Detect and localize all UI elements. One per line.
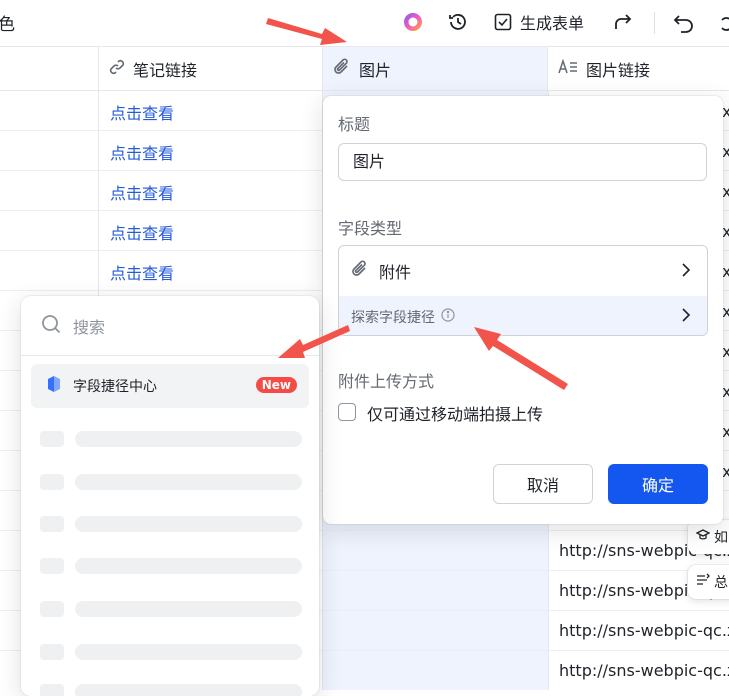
side-help-button[interactable]: 如 xyxy=(688,520,729,554)
image-link-cell[interactable]: http://sns-webpic-qc.x xyxy=(559,661,729,680)
generate-form-button[interactable]: 生成表单 xyxy=(494,8,584,36)
skeleton-item xyxy=(40,516,302,532)
field-shortcut-panel: 搜索 字段捷径中心 New xyxy=(21,296,319,696)
undo-button[interactable] xyxy=(673,8,695,36)
truncated-cell: x xyxy=(722,262,729,281)
field-type-select: 附件 探索字段捷径 xyxy=(338,245,708,336)
note-link-cell[interactable]: 点击查看 xyxy=(110,100,174,124)
share-icon xyxy=(613,12,633,32)
truncated-cell: x xyxy=(722,462,729,481)
truncated-cell: x xyxy=(722,102,729,121)
graduation-cap-icon xyxy=(695,528,711,546)
image-link-cell[interactable]: http://sns-webpic-qc.x xyxy=(559,621,729,640)
truncated-cell: x xyxy=(722,222,729,241)
skeleton-item xyxy=(40,474,302,490)
column-header-prev[interactable] xyxy=(0,47,99,91)
field-type-value: 附件 xyxy=(379,263,412,282)
side-help-label: 如 xyxy=(714,530,728,546)
list-lines-icon xyxy=(696,573,710,591)
column-header-image[interactable]: 图片 xyxy=(323,47,548,91)
text-field-icon xyxy=(558,58,578,79)
skeleton-item xyxy=(40,431,302,447)
chevron-right-icon xyxy=(681,307,691,326)
paperclip-icon xyxy=(351,260,369,282)
field-shortcut-center-item[interactable]: 字段捷径中心 New xyxy=(31,364,309,408)
upload-method-label: 附件上传方式 xyxy=(338,372,435,391)
paperclip-icon xyxy=(333,58,351,80)
toolbar: 色 生成表单 xyxy=(0,0,729,47)
mobile-only-label: 仅可通过移动端拍摄上传 xyxy=(367,405,544,424)
truncated-cell: x xyxy=(722,142,729,161)
field-type-label: 字段类型 xyxy=(338,219,403,238)
skeleton-item xyxy=(40,601,302,617)
column-header-label: 图片链接 xyxy=(586,60,651,80)
note-link-cell[interactable]: 点击查看 xyxy=(110,220,174,244)
side-summary-button[interactable]: 总 xyxy=(688,565,729,599)
view-title-fragment: 色 xyxy=(0,15,15,35)
shortcut-center-label: 字段捷径中心 xyxy=(73,379,157,395)
title-label: 标题 xyxy=(338,115,371,134)
undo-icon xyxy=(673,11,695,33)
skeleton-item xyxy=(40,684,302,696)
truncated-cell: x xyxy=(722,182,729,201)
note-link-cell[interactable]: 点击查看 xyxy=(110,180,174,204)
truncated-cell: x xyxy=(722,302,729,321)
new-badge: New xyxy=(255,377,297,393)
field-type-dropdown[interactable]: 附件 xyxy=(339,246,707,296)
truncated-cell: x xyxy=(722,422,729,441)
title-input[interactable]: 图片 xyxy=(338,143,707,181)
form-check-icon xyxy=(494,13,512,31)
search-placeholder: 搜索 xyxy=(73,317,106,337)
history-button[interactable] xyxy=(447,8,469,36)
truncated-cell: x xyxy=(722,382,729,401)
skeleton-item xyxy=(40,558,302,574)
link-icon xyxy=(109,59,125,79)
column-header-note-link[interactable]: 笔记链接 xyxy=(99,47,323,91)
cancel-button[interactable]: 取消 xyxy=(493,464,593,504)
explore-field-shortcut-row[interactable]: 探索字段捷径 xyxy=(339,296,707,335)
note-link-cell[interactable]: 点击查看 xyxy=(110,260,174,284)
shortcut-search[interactable]: 搜索 xyxy=(21,296,319,356)
generate-form-label: 生成表单 xyxy=(520,14,585,33)
info-icon xyxy=(441,307,455,326)
ai-orb-icon xyxy=(402,11,424,33)
redo-button[interactable] xyxy=(716,8,729,36)
column-header-label: 图片 xyxy=(359,60,392,80)
truncated-cell: x xyxy=(722,342,729,361)
explore-shortcut-label: 探索字段捷径 xyxy=(351,309,435,326)
note-link-cell[interactable]: 点击查看 xyxy=(110,140,174,164)
redo-icon xyxy=(716,11,729,33)
ai-assistant-button[interactable] xyxy=(402,8,424,36)
field-config-popup: 标题 图片 字段类型 附件 探索字段捷径 附件上传方式 仅可通过移动端拍摄上传 … xyxy=(323,96,723,524)
search-icon xyxy=(41,314,61,338)
shortcut-center-logo-icon xyxy=(45,375,63,397)
mobile-only-checkbox[interactable] xyxy=(338,403,356,421)
toolbar-divider xyxy=(654,12,655,34)
skeleton-item xyxy=(40,644,302,660)
history-clock-icon xyxy=(447,11,469,33)
column-header-label: 笔记链接 xyxy=(133,60,198,80)
confirm-button[interactable]: 确定 xyxy=(608,464,708,504)
side-summary-label: 总 xyxy=(714,575,728,591)
column-header-image-link[interactable]: 图片链接 xyxy=(548,47,729,91)
share-button[interactable] xyxy=(613,8,633,36)
chevron-right-icon xyxy=(681,262,691,281)
